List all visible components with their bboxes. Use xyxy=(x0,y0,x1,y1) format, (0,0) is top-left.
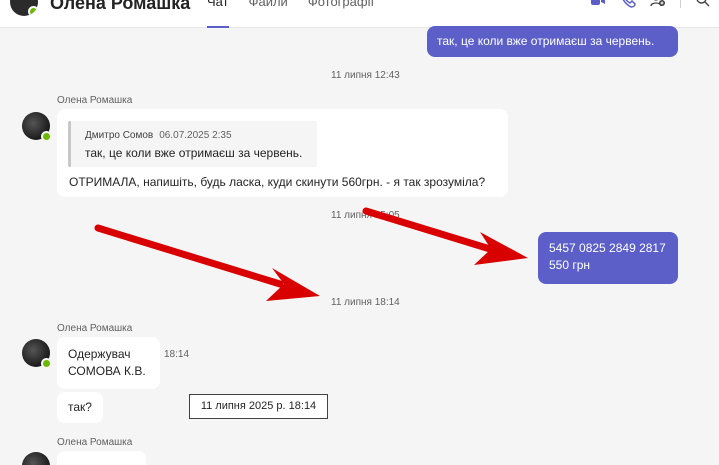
timestamp-tooltip: 11 липня 2025 р. 18:14 xyxy=(189,394,328,419)
message-time: 18:14 xyxy=(164,349,190,360)
incoming-message[interactable]: Одержувач СОМОВА К.В. xyxy=(57,337,160,389)
header-divider xyxy=(680,0,681,8)
message-text: так, це коли вже отримаєш за червень. xyxy=(437,34,655,48)
sender-name: Олена Ромашка xyxy=(57,323,133,334)
add-people-icon[interactable] xyxy=(650,0,666,8)
chat-tabs: Чат Файли Фотографії xyxy=(207,0,394,28)
timestamp-divider: 11 липня 15:05 xyxy=(331,210,400,221)
presence-available-icon xyxy=(41,358,52,369)
message-line-1: Одержувач xyxy=(68,347,131,361)
incoming-message-with-quote[interactable]: Дмитро Сомов 06.07.2025 2:35 так, це коли… xyxy=(57,109,508,197)
chat-header: Олена Ромашка Чат Файли Фотографії xyxy=(0,0,719,28)
sender-name: Олена Ромашка xyxy=(57,437,133,448)
message-line-2: 550 грн xyxy=(549,258,591,272)
tab-photos[interactable]: Фотографії xyxy=(308,0,374,28)
tab-chat[interactable]: Чат xyxy=(207,0,229,28)
search-icon[interactable] xyxy=(695,0,711,8)
message-line-1: 5457 0825 2849 2817 xyxy=(549,241,666,255)
quote-date: 06.07.2025 2:35 xyxy=(159,130,232,141)
message-line-2: СОМОВА К.В. xyxy=(68,364,146,378)
annotation-arrow-left xyxy=(94,224,320,301)
quote-text: так, це коли вже отримаєш за червень. xyxy=(85,146,303,160)
presence-available-icon xyxy=(28,6,38,16)
tab-files[interactable]: Файли xyxy=(249,0,288,28)
contact-name: Олена Ромашка xyxy=(50,0,191,13)
outgoing-message[interactable]: 5457 0825 2849 2817 550 грн xyxy=(538,232,678,284)
timestamp-divider: 11 липня 18:14 xyxy=(331,297,400,308)
quote-header: Дмитро Сомов 06.07.2025 2:35 xyxy=(85,127,232,144)
video-call-icon[interactable] xyxy=(590,0,606,8)
incoming-message[interactable] xyxy=(57,451,146,465)
message-text: ОТРИМАЛА, напишіть, будь ласка, куди ски… xyxy=(69,175,486,189)
quote-author: Дмитро Сомов xyxy=(85,130,154,141)
quoted-message[interactable]: Дмитро Сомов 06.07.2025 2:35 так, це коли… xyxy=(68,121,317,167)
sender-avatar[interactable] xyxy=(22,452,50,465)
sender-avatar[interactable] xyxy=(22,339,52,369)
message-text: так? xyxy=(68,400,92,414)
header-actions xyxy=(590,0,711,8)
contact-avatar[interactable] xyxy=(10,0,38,16)
incoming-message[interactable]: так? xyxy=(57,392,103,423)
outgoing-message[interactable]: так, це коли вже отримаєш за червень. xyxy=(427,26,678,57)
phone-call-icon[interactable] xyxy=(620,0,636,8)
sender-avatar[interactable] xyxy=(22,112,52,142)
timestamp-divider: 11 липня 12:43 xyxy=(331,70,400,81)
presence-available-icon xyxy=(41,131,52,142)
sender-name: Олена Ромашка xyxy=(57,95,133,106)
